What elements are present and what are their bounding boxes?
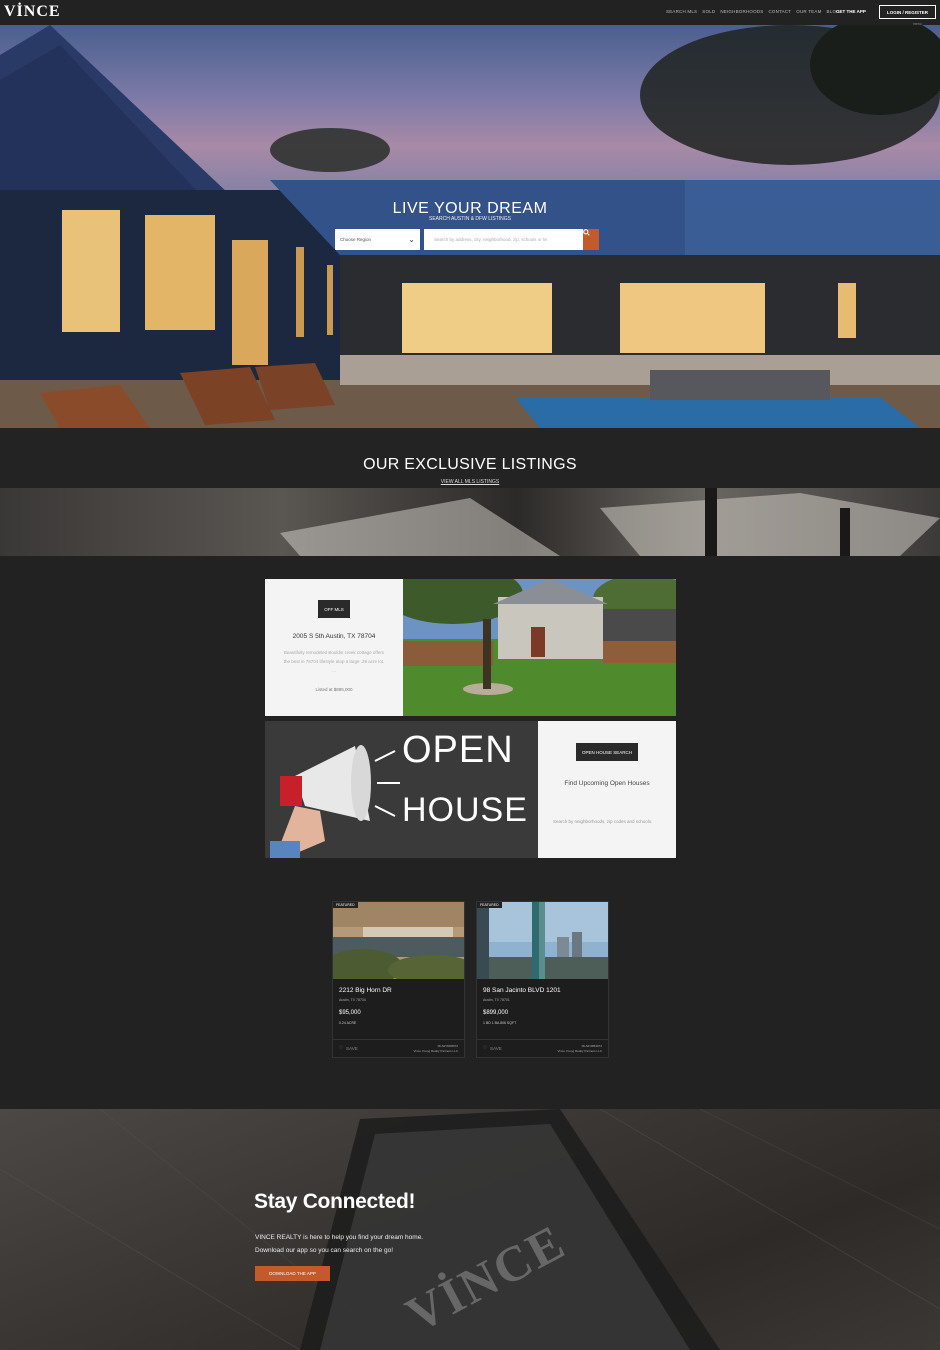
region-select[interactable]: Choose Region ⌄ [335,229,420,250]
region-select-value: Choose Region [340,237,372,242]
exclusive-listings-header: OUR EXCLUSIVE LISTINGS VIEW ALL MLS LIST… [0,428,940,488]
top-nav: VİNCE SEARCH MLS SOLD NEIGHBORHOODS CONT… [0,0,940,26]
save-button[interactable]: ♡ SAVE [483,1045,502,1051]
open-house-title: Find Upcoming Open Houses [564,780,650,787]
stay-text-line-1: VINCE REALTY is here to help you find yo… [255,1234,424,1241]
search-button[interactable] [583,229,599,250]
nav-link-neighborhoods[interactable]: NEIGHBORHOODS [720,9,763,14]
mls-info: MLS# 9853072 Vince Young Realty Partners… [558,1044,602,1054]
stay-connected-section: VİNCE Stay Connected! VINCE REALTY is he… [0,1109,940,1350]
listing-price: Listed at $895,000 [315,687,353,692]
open-house-search-badge[interactable]: OPEN HOUSE SEARCH [576,743,638,761]
listing-meta: 0.24 ACRE [339,1021,357,1025]
heart-icon: ♡ [483,1045,488,1050]
card-divider [333,1039,464,1040]
featured-listing-card[interactable]: FEATURED 2212 Big Horn DR Austin, TX 787… [332,901,465,1058]
search-input[interactable] [424,229,583,250]
listing-address[interactable]: 98 San Jacinto BLVD 1201 [483,987,561,994]
listing-price: $95,000 [339,1010,361,1016]
featured-tag: FEATURED [333,902,358,908]
listing-meta: 1 BD 1 BA 806 SQFT [483,1021,517,1025]
featured-tag: FEATURED [477,902,502,908]
listing-city: Austin, TX 78734 [339,998,366,1002]
login-register-button[interactable]: LOGIN / REGISTER [879,5,936,19]
brokerage: Vince Young Realty Partners LLC [557,1049,602,1053]
hero-section: LIVE YOUR DREAM SEARCH AUSTIN & DFW LIST… [0,25,940,428]
open-house-card[interactable]: OPEN HOUSE SEARCH Find Upcoming Open Hou… [538,721,676,858]
listing-city: Austin, TX 78701 [483,998,510,1002]
listing-photo[interactable] [477,902,608,979]
nav-link-contact[interactable]: CONTACT [768,9,791,14]
off-mls-photo[interactable] [403,579,676,716]
save-button[interactable]: ♡ SAVE [339,1045,358,1051]
hero-subtitle: SEARCH AUSTIN & DFW LISTINGS [429,216,511,222]
card-divider [477,1039,608,1040]
download-app-button[interactable]: DOWNLOAD THE APP [255,1266,330,1281]
save-label: SAVE [346,1045,358,1051]
patio-banner-image [0,488,940,556]
save-label: SAVE [490,1045,502,1051]
listing-price: $899,000 [483,1010,509,1016]
listing-description: Beautifully remodeled Bouldin creek cott… [283,650,385,673]
listing-photo[interactable] [333,902,464,979]
listing-address[interactable]: 2212 Big Horn DR [339,987,392,994]
chevron-down-icon: ⌄ [408,235,415,244]
brokerage: Vince Young Realty Partners LLC [413,1049,458,1053]
mls-info: MLS# 8008976 Vince Young Realty Partners… [414,1044,458,1054]
nav-links: SEARCH MLS SOLD NEIGHBORHOODS CONTACT OU… [666,9,840,14]
hero-house-image [0,25,940,428]
nav-link-search-mls[interactable]: SEARCH MLS [666,9,697,14]
search-icon [583,229,590,236]
stay-connected-text: VINCE REALTY is here to help you find yo… [255,1231,455,1257]
off-mls-badge: OFF MLS [318,600,350,618]
exclusive-listings-title: OUR EXCLUSIVE LISTINGS [363,456,577,473]
off-mls-card[interactable]: OFF MLS 2005 S 5th Austin, TX 78704 Beau… [265,579,403,716]
nav-link-sold[interactable]: SOLD [702,9,715,14]
open-house-photo[interactable]: OPEN HOUSE [265,721,538,858]
featured-listing-card[interactable]: FEATURED 98 San Jacinto BLVD 1201 Austin… [476,901,609,1058]
open-house-word-open: OPEN [402,729,514,771]
stay-connected-title: Stay Connected! [254,1190,416,1213]
get-the-app-link[interactable]: GET THE APP [836,9,866,14]
open-house-description: Search by neighborhoods, zip codes and s… [553,819,653,824]
nav-link-our-team[interactable]: OUR TEAM [796,9,821,14]
stay-text-line-2: Download our app so you can search on th… [255,1247,394,1254]
open-house-word-house: HOUSE [402,791,528,829]
heart-icon: ♡ [339,1045,344,1050]
listing-address[interactable]: 2005 S 5th Austin, TX 78704 [265,633,403,640]
view-all-mls-link[interactable]: VIEW ALL MLS LISTINGS [0,479,940,485]
site-logo[interactable]: VİNCE [4,3,61,21]
